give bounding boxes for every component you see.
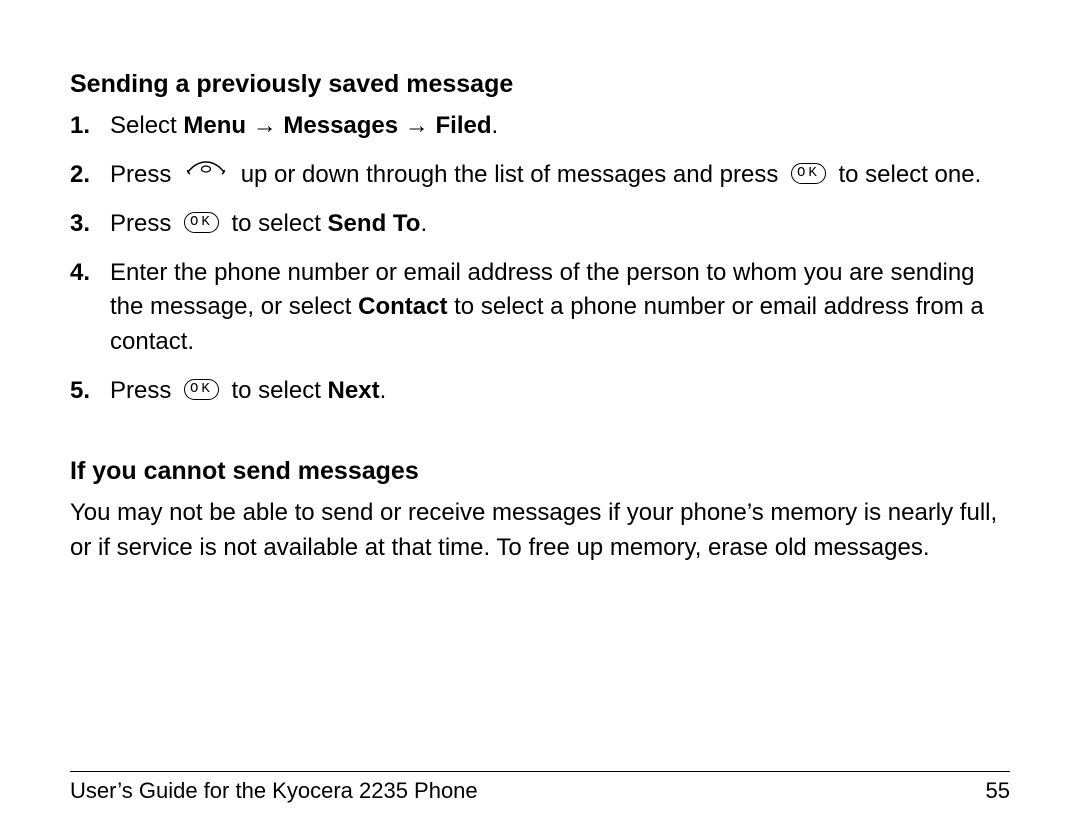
document-page: Sending a previously saved message 1. Se… [0,0,1080,834]
step-item: 4. Enter the phone number or email addre… [70,256,1010,360]
step-item: 1. Select Menu → Messages → Filed. [70,109,1010,144]
step-body: Press OK to select Next. [110,374,1010,409]
menu-path-part: Messages [283,112,398,139]
ok-button-icon: OK [791,163,826,184]
arrow: → [246,112,283,139]
body-paragraph: You may not be able to send or receive m… [70,496,1010,566]
step-number: 1. [70,109,110,144]
text: to select one. [838,161,981,188]
step-body: Select Menu → Messages → Filed. [110,109,1010,144]
menu-path-part: Filed [435,112,491,139]
page-number: 55 [986,778,1010,804]
text: Select [110,112,183,139]
step-item: 5. Press OK to select Next. [70,374,1010,409]
step-number: 3. [70,207,110,242]
section-heading: Sending a previously saved message [70,70,1010,99]
ui-label: Next [328,377,380,404]
text: up or down through the list of messages … [241,161,785,188]
page-footer: User’s Guide for the Kyocera 2235 Phone … [70,771,1010,804]
ui-label: Contact [358,293,447,320]
ok-button-icon: OK [184,212,219,233]
ui-label: Send To [328,210,421,237]
text: . [420,210,427,237]
step-number: 5. [70,374,110,409]
step-number: 2. [70,158,110,193]
nav-rocker-icon [184,156,228,191]
step-number: 4. [70,256,110,291]
arrow: → [398,112,435,139]
text: to select [232,377,328,404]
step-item: 3. Press OK to select Send To. [70,207,1010,242]
text: Press [110,161,178,188]
ordered-steps: 1. Select Menu → Messages → Filed. 2. Pr… [70,109,1010,409]
text: . [380,377,387,404]
step-body: Enter the phone number or email address … [110,256,1010,360]
text: . [492,112,499,139]
step-body: Press OK to select Send To. [110,207,1010,242]
section-heading: If you cannot send messages [70,457,1010,486]
step-body: Press up or down through the list of mes… [110,158,1010,193]
ok-button-icon: OK [184,379,219,400]
text: to select [232,210,328,237]
text: Press [110,377,178,404]
text: Press [110,210,178,237]
step-item: 2. Press up or down through the list of … [70,158,1010,193]
footer-divider [70,771,1010,772]
menu-path-part: Menu [183,112,246,139]
footer-title: User’s Guide for the Kyocera 2235 Phone [70,778,478,804]
